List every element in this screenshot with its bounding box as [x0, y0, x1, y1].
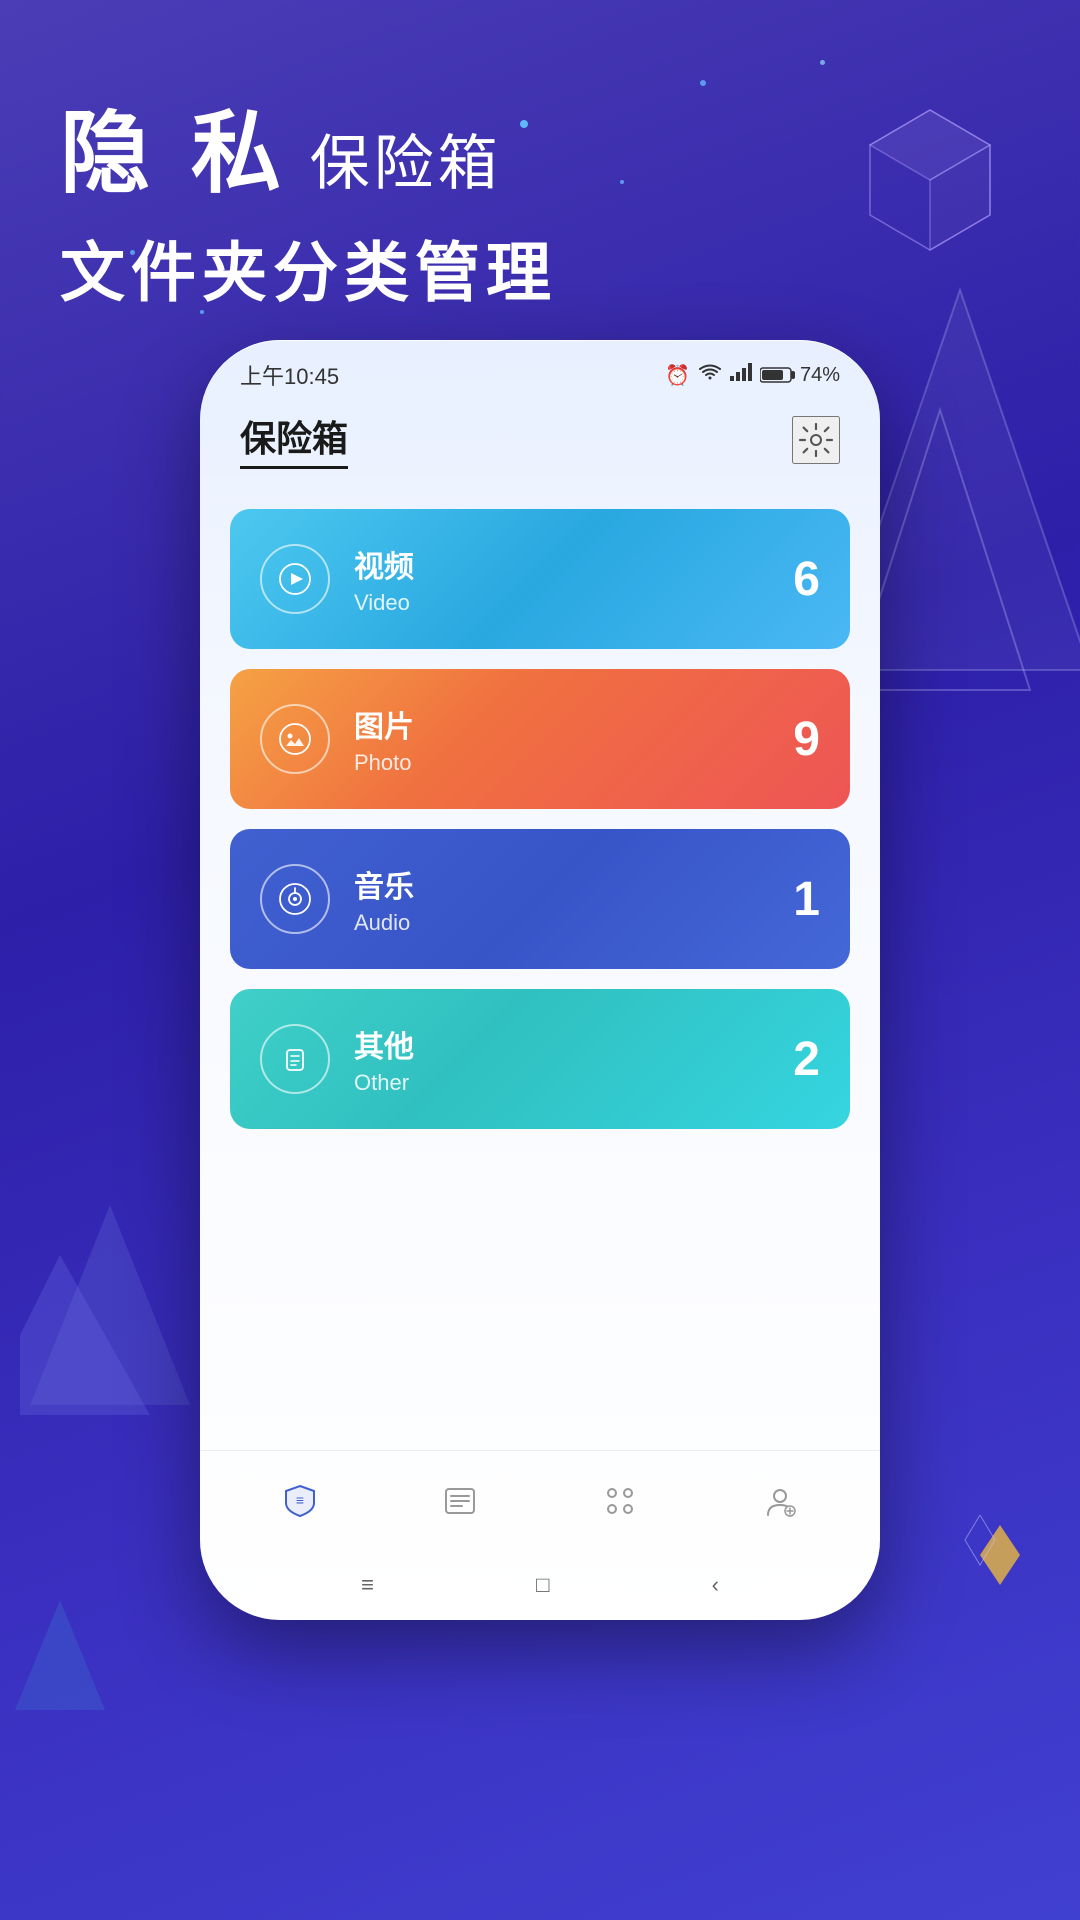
video-icon-circle	[260, 544, 330, 614]
photo-count: 9	[793, 712, 820, 767]
settings-button[interactable]	[792, 416, 840, 464]
geo-cube-top-right	[860, 100, 1000, 265]
photo-label-en: Photo	[354, 750, 414, 776]
nav-item-user[interactable]	[740, 1466, 820, 1536]
photo-label-cn: 图片	[354, 702, 414, 746]
category-card-photo[interactable]: 图片 Photo 9	[230, 669, 850, 809]
header-line2: 文件夹分类管理	[60, 220, 557, 314]
card-left-photo: 图片 Photo	[260, 702, 414, 776]
content-area: 视频 Video 6 图片 Photo	[200, 489, 880, 1450]
card-labels-other: 其他 Other	[354, 1022, 414, 1096]
audio-label-cn: 音乐	[354, 862, 414, 906]
nav-item-safe[interactable]: ≡	[260, 1466, 340, 1536]
photo-icon-circle	[260, 704, 330, 774]
other-count: 2	[793, 1032, 820, 1087]
geo-triangles-left	[20, 1195, 200, 1420]
header-line1: 隐 私 保险箱	[60, 80, 557, 210]
card-labels-video: 视频 Video	[354, 542, 414, 616]
signal-icon	[730, 363, 752, 387]
star-4	[820, 60, 825, 65]
app-title: 保险箱	[240, 410, 348, 469]
wifi-icon	[698, 362, 722, 388]
category-card-audio[interactable]: 音乐 Audio 1	[230, 829, 850, 969]
category-card-video[interactable]: 视频 Video 6	[230, 509, 850, 649]
status-icons: ⏰	[665, 362, 840, 388]
audio-count: 1	[793, 872, 820, 927]
geo-small-triangle-left	[10, 1595, 110, 1720]
card-labels-photo: 图片 Photo	[354, 702, 414, 776]
star-2	[700, 80, 706, 86]
battery-icon: 74%	[760, 364, 840, 387]
svg-text:≡: ≡	[296, 1492, 304, 1508]
other-label-en: Other	[354, 1070, 414, 1096]
system-navigation: ≡ □ ‹	[200, 1550, 880, 1620]
video-label-cn: 视频	[354, 542, 414, 586]
alarm-icon: ⏰	[665, 363, 690, 388]
other-label-cn: 其他	[354, 1022, 414, 1066]
star-3	[620, 180, 624, 184]
phone-mockup: 上午10:45 ⏰	[200, 340, 880, 1620]
video-label-en: Video	[354, 590, 414, 616]
app-header: 保险箱	[200, 400, 880, 489]
nav-item-apps[interactable]	[580, 1466, 660, 1536]
card-left-other: 其他 Other	[260, 1022, 414, 1096]
status-time: 上午10:45	[240, 359, 339, 391]
header-section: 隐 私 保险箱 文件夹分类管理	[60, 80, 557, 314]
audio-label-en: Audio	[354, 910, 414, 936]
card-labels-audio: 音乐 Audio	[354, 862, 414, 936]
other-icon-circle	[260, 1024, 330, 1094]
video-count: 6	[793, 552, 820, 607]
menu-button[interactable]: ≡	[361, 1572, 374, 1598]
nav-item-list[interactable]	[420, 1466, 500, 1536]
category-card-other[interactable]: 其他 Other 2	[230, 989, 850, 1129]
status-bar: 上午10:45 ⏰	[200, 340, 880, 400]
bottom-navigation: ≡	[200, 1450, 880, 1550]
geo-diamond-right	[940, 1515, 1020, 1600]
home-button[interactable]: □	[536, 1572, 549, 1598]
back-button[interactable]: ‹	[712, 1572, 719, 1598]
audio-icon-circle	[260, 864, 330, 934]
card-left-audio: 音乐 Audio	[260, 862, 414, 936]
card-left-video: 视频 Video	[260, 542, 414, 616]
